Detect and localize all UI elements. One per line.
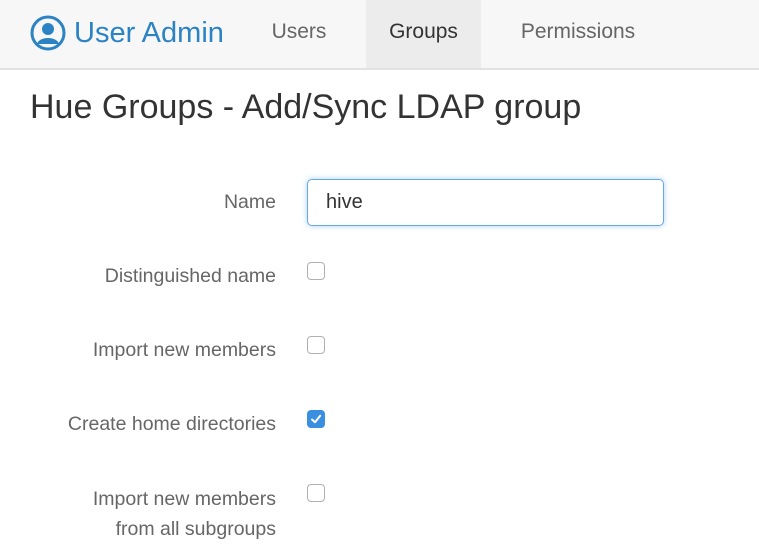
tab-groups[interactable]: Groups xyxy=(366,0,481,68)
brand-label: User Admin xyxy=(74,16,224,49)
navbar: User Admin Users Groups Permissions xyxy=(0,0,759,70)
import-subgroups-label-line2: from all subgroups xyxy=(115,518,276,540)
import-new-members-checkbox[interactable] xyxy=(307,336,325,354)
checkmark-icon xyxy=(311,414,322,424)
tab-users[interactable]: Users xyxy=(255,0,343,68)
user-circle-icon xyxy=(30,15,66,51)
distinguished-name-checkbox[interactable] xyxy=(307,262,325,280)
page-title: Hue Groups - Add/Sync LDAP group xyxy=(30,88,582,126)
distinguished-name-label: Distinguished name xyxy=(104,265,276,287)
import-subgroups-checkbox[interactable] xyxy=(307,484,325,502)
import-subgroups-label-line1: Import new members xyxy=(92,488,276,510)
create-home-directories-label: Create home directories xyxy=(67,413,276,435)
name-input[interactable] xyxy=(307,179,664,226)
create-home-directories-checkbox[interactable] xyxy=(307,410,325,428)
name-label: Name xyxy=(223,191,276,213)
import-new-members-label: Import new members xyxy=(92,339,276,361)
tab-permissions[interactable]: Permissions xyxy=(503,0,653,68)
brand[interactable]: User Admin xyxy=(30,14,224,52)
